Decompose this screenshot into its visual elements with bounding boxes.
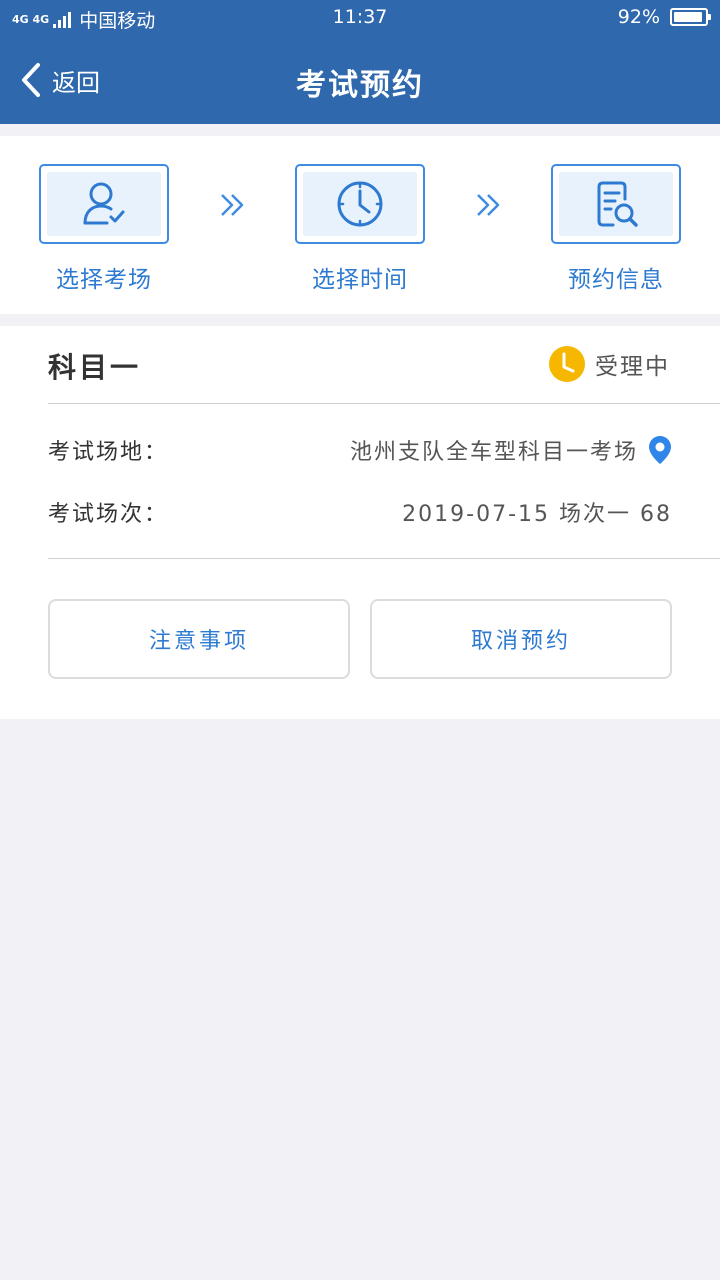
venue-name: 池州支队全车型科目一考场 <box>349 440 638 465</box>
status-text: 受理中 <box>595 354 670 380</box>
session-label: 考试场次： <box>48 502 169 527</box>
document-search-icon <box>597 181 638 227</box>
booking-steps: 选择考场 选择时间 预约信息 <box>0 136 720 314</box>
step-icon-frame <box>39 164 169 244</box>
divider <box>48 403 720 404</box>
cancel-booking-button[interactable]: 取消预约 <box>370 599 672 679</box>
step-icon-frame <box>551 164 681 244</box>
venue-label: 考试场地： <box>48 440 169 465</box>
step-label: 预约信息 <box>568 267 664 293</box>
battery-icon <box>670 8 711 26</box>
nav-bar: 返回 考试预约 <box>0 36 720 124</box>
booking-card: 科目一 受理中 考试场地： 池州支队全车型科目一考场 考试场次： 2019-07… <box>0 326 720 719</box>
step-icon-bg <box>303 172 417 236</box>
pending-clock-icon <box>549 346 585 382</box>
user-check-icon <box>83 182 125 225</box>
subject-title: 科目一 <box>48 351 142 384</box>
status-right: 92% <box>617 6 711 28</box>
step-icon-bg <box>559 172 673 236</box>
location-pin-icon[interactable] <box>648 435 672 465</box>
step-booking-info[interactable]: 预约信息 <box>551 164 681 294</box>
step-icon-bg <box>47 172 161 236</box>
step-icon-frame <box>295 164 425 244</box>
notice-button[interactable]: 注意事项 <box>48 599 350 679</box>
status-badge: 受理中 <box>549 346 670 382</box>
session-row: 考试场次： 2019-07-15 场次一 68 <box>48 495 672 529</box>
step-label: 选择时间 <box>312 267 408 293</box>
battery-level-fill <box>674 12 702 22</box>
status-bar: 4G 4G 中国移动 11:37 92% <box>0 0 720 36</box>
venue-value[interactable]: 池州支队全车型科目一考场 <box>350 434 672 466</box>
clock: 11:37 <box>332 6 388 28</box>
step-select-time[interactable]: 选择时间 <box>295 164 425 294</box>
battery-percent: 92% <box>617 6 660 28</box>
double-chevron-right-icon <box>221 194 244 216</box>
page-title: 考试预约 <box>296 68 424 103</box>
step-label: 选择考场 <box>56 267 152 293</box>
clock-icon <box>337 181 383 227</box>
session-value: 2019-07-15 场次一 68 <box>402 502 672 527</box>
double-chevron-right-icon <box>477 194 500 216</box>
top-header: 4G 4G 中国移动 11:37 92% 返回 考试预约 <box>0 0 720 124</box>
step-select-venue[interactable]: 选择考场 <box>39 164 169 294</box>
venue-row: 考试场地： 池州支队全车型科目一考场 <box>48 433 672 467</box>
divider <box>48 558 720 559</box>
